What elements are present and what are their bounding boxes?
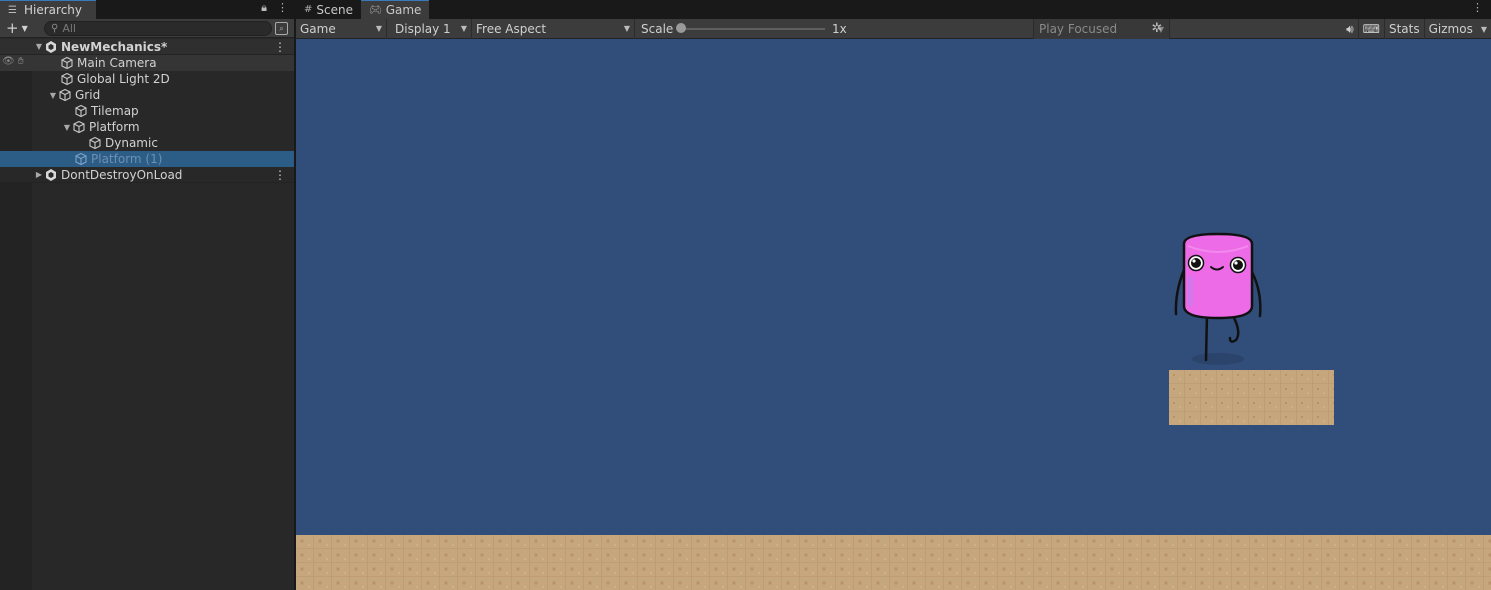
- tree-row-platform[interactable]: ▼ Platform: [0, 119, 294, 135]
- chevron-down-icon: ▼: [375, 24, 382, 33]
- tree-row-label: DontDestroyOnLoad: [61, 167, 183, 182]
- expand-arrow-icon[interactable]: ▶: [34, 170, 44, 179]
- stats-button[interactable]: Stats: [1383, 19, 1424, 39]
- kebab-menu-icon[interactable]: ⋮: [274, 40, 286, 54]
- tree-row-tilemap[interactable]: Tilemap: [0, 103, 294, 119]
- unity-scene-icon: [46, 168, 56, 181]
- search-options-icon[interactable]: ⌕: [275, 22, 288, 35]
- gameobject-cube-icon: [59, 88, 71, 102]
- ground-tilemap: [296, 535, 1491, 590]
- tree-row-label: Tilemap: [91, 104, 139, 118]
- speaker-icon: 🔊︎: [1346, 21, 1354, 36]
- kebab-menu-icon[interactable]: ⋮: [277, 1, 288, 15]
- tree-row-platform-1[interactable]: Platform (1): [0, 151, 294, 167]
- kebab-menu-icon[interactable]: ⋮: [274, 168, 286, 182]
- kebab-menu-icon[interactable]: ⋮: [1472, 1, 1483, 14]
- tree-row-grid[interactable]: ▼ Grid: [0, 87, 294, 103]
- player-character: [1174, 232, 1262, 365]
- hierarchy-tabbar: ☰ Hierarchy 🔒︎ ⋮: [0, 0, 294, 19]
- aspect-select-value: Free Aspect: [476, 21, 547, 36]
- tree-row-label: Dynamic: [105, 136, 158, 150]
- chevron-down-icon: ▼: [1480, 24, 1487, 34]
- bug-icon[interactable]: ✲: [1146, 21, 1168, 37]
- hierarchy-tree: ▼ NewMechanics* ⋮ 👁︎ ✋︎ Main Camera Glob…: [0, 39, 294, 183]
- play-mode-value: Play Focused: [1039, 22, 1118, 36]
- keyboard-shortcuts-button[interactable]: ⌨: [1357, 19, 1384, 39]
- tree-row-newmechanics[interactable]: ▼ NewMechanics* ⋮: [0, 39, 294, 55]
- game-panel: # Scene 🎮︎ Game ⋮ Game ▼ Display 1 ▼ Fre…: [296, 0, 1491, 590]
- expand-arrow-icon[interactable]: ▼: [34, 42, 44, 51]
- tree-row-label: Platform (1): [91, 152, 163, 166]
- list-icon: ☰: [8, 4, 17, 16]
- expand-arrow-icon[interactable]: ▼: [62, 123, 72, 132]
- aspect-select[interactable]: Free Aspect ▼: [472, 18, 635, 39]
- gameobject-cube-icon: [61, 56, 73, 70]
- floating-platform: [1169, 370, 1334, 425]
- chevron-down-icon: ▼: [21, 23, 28, 33]
- tab-game-label: Game: [385, 3, 422, 17]
- unity-scene-icon: [46, 40, 56, 53]
- gamepad-icon: 🎮︎: [368, 4, 382, 16]
- visibility-eye-icon[interactable]: 👁︎ ✋︎: [2, 56, 24, 67]
- gizmos-button[interactable]: Gizmos ▼: [1423, 19, 1491, 39]
- hierarchy-panel: ☰ Hierarchy 🔒︎ ⋮ + ▼ ⚲ All ⌕ ▼ NewMechan…: [0, 0, 295, 590]
- keyboard-icon: ⌨: [1362, 22, 1380, 36]
- gameobject-cube-icon: [73, 120, 85, 134]
- scale-value: 1x: [832, 21, 847, 36]
- hierarchy-tab-actions: 🔒︎ ⋮: [261, 1, 288, 15]
- game-viewport[interactable]: [296, 39, 1491, 590]
- tree-row-label: Platform: [89, 120, 140, 134]
- grid-icon: #: [304, 4, 313, 15]
- game-toolbar-right: 🔊︎ ⌨ Stats Gizmos ▼: [1342, 19, 1491, 39]
- chevron-down-icon: ▼: [623, 24, 630, 33]
- scale-slider-handle[interactable]: [676, 22, 686, 33]
- gameobject-cube-icon: [61, 72, 73, 86]
- expand-arrow-icon[interactable]: ▼: [48, 91, 58, 100]
- tree-row-label: Global Light 2D: [77, 72, 170, 86]
- lock-icon[interactable]: 🔒︎: [261, 1, 267, 15]
- tree-row-dynamic[interactable]: Dynamic: [0, 135, 294, 151]
- scale-control: Scale 1x: [635, 19, 847, 39]
- stats-label: Stats: [1388, 22, 1420, 36]
- chevron-down-icon: ▼: [460, 24, 467, 33]
- view-select-value: Game: [300, 21, 336, 36]
- plus-icon: +: [6, 19, 19, 37]
- tab-scene-label: Scene: [316, 2, 353, 17]
- gameobject-cube-icon: [89, 136, 101, 150]
- search-input[interactable]: ⚲ All: [44, 21, 272, 36]
- hierarchy-tab[interactable]: ☰ Hierarchy: [0, 0, 96, 19]
- tree-row-dontdestroyonload[interactable]: ▶ DontDestroyOnLoad ⋮: [0, 167, 294, 183]
- hierarchy-tab-label: Hierarchy: [24, 3, 83, 17]
- gameobject-cube-icon: [75, 104, 87, 118]
- game-tabbar: # Scene 🎮︎ Game ⋮: [296, 0, 1491, 19]
- gameobject-cube-icon: [75, 152, 87, 166]
- game-toolbar: Game ▼ Display 1 ▼ Free Aspect ▼ Scale 1…: [296, 18, 1491, 39]
- search-icon: ⚲: [51, 23, 59, 34]
- scale-label: Scale: [641, 21, 674, 36]
- unity-editor: ☰ Hierarchy 🔒︎ ⋮ + ▼ ⚲ All ⌕ ▼ NewMechan…: [0, 0, 1491, 590]
- tab-scene[interactable]: # Scene: [296, 0, 361, 19]
- display-select-value: Display 1: [395, 21, 451, 36]
- display-select[interactable]: Display 1 ▼: [387, 18, 472, 39]
- search-placeholder: All: [62, 22, 76, 35]
- add-button[interactable]: + ▼: [0, 19, 34, 37]
- scale-slider-track[interactable]: [683, 27, 825, 30]
- gizmos-label: Gizmos: [1428, 22, 1473, 36]
- tree-row-label: Grid: [75, 88, 101, 102]
- tree-row-main-camera[interactable]: 👁︎ ✋︎ Main Camera: [0, 55, 294, 71]
- tab-game[interactable]: 🎮︎ Game: [360, 0, 430, 19]
- view-select[interactable]: Game ▼: [296, 18, 387, 39]
- tree-row-label: Main Camera: [77, 56, 157, 70]
- mute-audio-button[interactable]: 🔊︎: [1342, 19, 1358, 39]
- tree-row-label: NewMechanics*: [61, 39, 168, 54]
- tree-row-global-light[interactable]: Global Light 2D: [0, 71, 294, 87]
- hierarchy-toolbar: + ▼ ⚲ All ⌕: [0, 19, 294, 38]
